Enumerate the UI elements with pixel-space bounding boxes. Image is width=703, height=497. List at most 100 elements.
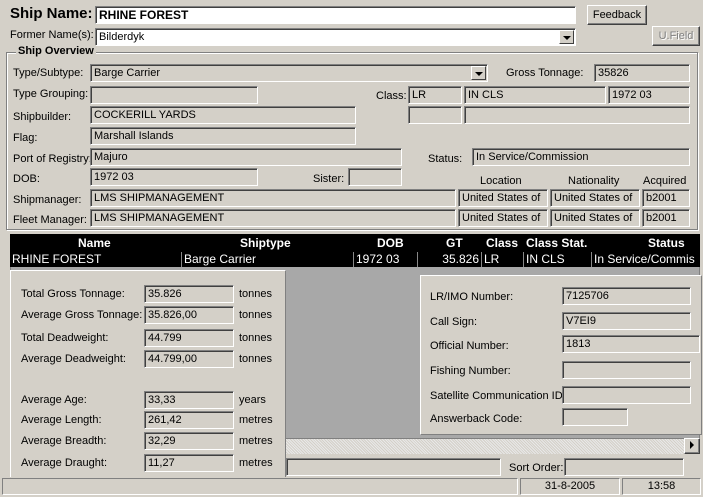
ship-overview-title: Ship Overview: [16, 45, 96, 58]
cell-shiptype: Barge Carrier: [182, 252, 354, 267]
shipmanager-nationality[interactable]: United States of: [550, 189, 640, 207]
shipmanager-label: Shipmanager:: [13, 194, 82, 206]
fleet-manager-location[interactable]: United States of: [458, 209, 548, 227]
ship-name-field[interactable]: RHINE FOREST: [95, 6, 576, 24]
ufield-button[interactable]: U.Field: [652, 26, 700, 46]
cell-class: LR: [482, 252, 524, 267]
class-field[interactable]: LR: [408, 86, 462, 104]
grid-hscrollbar[interactable]: [286, 438, 700, 454]
unit-years: years: [239, 394, 266, 406]
avg-draught-label: Average Draught:: [21, 457, 108, 469]
flag-label: Flag:: [13, 132, 38, 144]
shipmanager-location[interactable]: United States of: [458, 189, 548, 207]
shipbuilder-field[interactable]: COCKERILL YARDS: [90, 106, 356, 124]
fleet-manager-label: Fleet Manager:: [13, 214, 87, 226]
class-status-field[interactable]: IN CLS: [464, 86, 606, 104]
imo-field[interactable]: 7125706: [562, 287, 691, 305]
class-label: Class:: [376, 90, 407, 102]
chevron-right-icon: [690, 441, 694, 449]
status-cell-empty: [2, 478, 518, 495]
acquired-header: Acquired: [643, 175, 687, 187]
shipmanager-acquired[interactable]: b2001: [642, 189, 690, 207]
former-names-dropdown[interactable]: Bilderdyk: [95, 28, 576, 46]
answerback-label: Answerback Code:: [430, 413, 523, 425]
fishing-field[interactable]: [562, 361, 691, 379]
dob-field[interactable]: 1972 03: [90, 168, 258, 186]
total-dwt-label: Total Deadweight:: [21, 332, 109, 344]
col-header-dob[interactable]: DOB: [377, 236, 404, 250]
unit-tonnes-4: tonnes: [239, 353, 273, 365]
type-grouping-field[interactable]: [90, 86, 258, 104]
total-dwt-field[interactable]: 44.799: [144, 329, 234, 347]
sister-label: Sister:: [313, 173, 345, 185]
shipbuilder-label: Shipbuilder:: [13, 111, 72, 123]
fleet-manager-acquired[interactable]: b2001: [642, 209, 690, 227]
col-header-shiptype[interactable]: Shiptype: [240, 236, 291, 250]
satcom-field[interactable]: [562, 386, 691, 404]
chevron-down-icon[interactable]: [559, 30, 574, 44]
col-header-class-stat[interactable]: Class Stat.: [526, 236, 587, 250]
sort-order-label: Sort Order:: [509, 462, 564, 474]
feedback-button[interactable]: Feedback: [587, 5, 647, 25]
col-header-name[interactable]: Name: [78, 236, 111, 250]
shipbuilder-extra-1[interactable]: [408, 106, 462, 124]
col-header-status[interactable]: Status: [648, 236, 685, 250]
scroll-right-button[interactable]: [684, 438, 700, 454]
sort-order-field[interactable]: [564, 458, 684, 476]
avg-dwt-label: Average Deadweight:: [21, 353, 126, 365]
unit-metres-1: metres: [239, 414, 273, 426]
status-date: 31-8-2005: [520, 478, 620, 495]
ship-grid-header: Name Shiptype DOB GT Class Class Stat. S…: [10, 234, 700, 252]
cell-gt: 35.826: [418, 252, 482, 267]
port-field[interactable]: Majuro: [90, 148, 402, 166]
former-names-value: Bilderdyk: [99, 31, 145, 43]
shipmanager-field[interactable]: LMS SHIPMANAGEMENT: [90, 189, 456, 207]
type-value: Barge Carrier: [94, 67, 161, 79]
unit-tonnes-3: tonnes: [239, 332, 273, 344]
official-label: Official Number:: [430, 340, 509, 352]
total-gt-label: Total Gross Tonnage:: [21, 288, 125, 300]
gross-tonnage-field[interactable]: 35826: [594, 64, 690, 82]
satcom-label: Satellite Communication ID:: [430, 390, 566, 402]
avg-breadth-field[interactable]: 32,29: [144, 432, 234, 450]
unit-metres-2: metres: [239, 435, 273, 447]
avg-age-field[interactable]: 33,33: [144, 391, 234, 409]
gross-tonnage-label: Gross Tonnage:: [506, 67, 584, 79]
imo-label: LR/IMO Number:: [430, 291, 514, 303]
fleet-manager-nationality[interactable]: United States of: [550, 209, 640, 227]
fleet-manager-field[interactable]: LMS SHIPMANAGEMENT: [90, 209, 456, 227]
answerback-field[interactable]: [562, 408, 628, 426]
nationality-header: Nationality: [568, 175, 620, 187]
cell-name: RHINE FOREST: [10, 252, 182, 267]
avg-length-field[interactable]: 261,42: [144, 411, 234, 429]
avg-dwt-field[interactable]: 44.799,00: [144, 350, 234, 368]
avg-length-label: Average Length:: [21, 414, 102, 426]
unit-tonnes-2: tonnes: [239, 309, 273, 321]
shipbuilder-extra-2[interactable]: [464, 106, 690, 124]
avg-draught-field[interactable]: 11,27: [144, 454, 234, 472]
sister-field[interactable]: [348, 168, 402, 186]
ship-name-label: Ship Name:: [10, 5, 93, 22]
bottom-filter-field[interactable]: [286, 458, 501, 476]
former-names-label: Former Name(s):: [10, 29, 94, 41]
callsign-field[interactable]: V7EI9: [562, 312, 691, 330]
type-label: Type/Subtype:: [13, 67, 84, 79]
type-grouping-label: Type Grouping:: [13, 88, 89, 100]
avg-gt-field[interactable]: 35.826,00: [144, 306, 234, 324]
col-header-gt[interactable]: GT: [446, 236, 463, 250]
cell-class-stat: IN CLS: [524, 252, 592, 267]
table-row[interactable]: RHINE FOREST Barge Carrier 1972 03 35.82…: [10, 252, 700, 267]
chevron-down-icon[interactable]: [471, 66, 486, 80]
unit-tonnes-1: tonnes: [239, 288, 273, 300]
class-date-field[interactable]: 1972 03: [608, 86, 690, 104]
flag-field[interactable]: Marshall Islands: [90, 127, 356, 145]
total-gt-field[interactable]: 35.826: [144, 285, 234, 303]
type-dropdown[interactable]: Barge Carrier: [90, 64, 488, 82]
avg-breadth-label: Average Breadth:: [21, 435, 107, 447]
status-field[interactable]: In Service/Commission: [472, 148, 690, 166]
cell-status: In Service/Commis: [594, 252, 695, 266]
callsign-label: Call Sign:: [430, 316, 478, 328]
official-field[interactable]: 1813: [562, 335, 700, 353]
fishing-label: Fishing Number:: [430, 365, 511, 377]
col-header-class[interactable]: Class: [486, 236, 518, 250]
